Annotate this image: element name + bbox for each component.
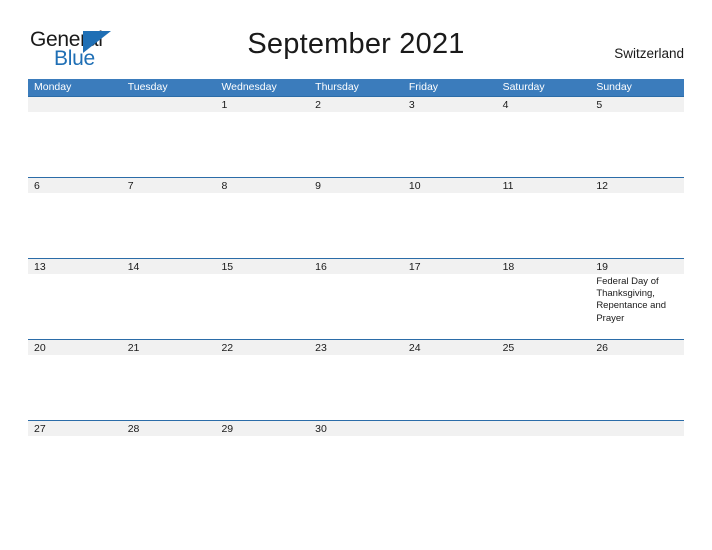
day-number: 29 [221, 423, 234, 435]
weekday-header-saturday: Saturday [502, 81, 545, 93]
day-cell[interactable]: 12 [590, 178, 685, 258]
day-cell[interactable]: 25 [496, 340, 591, 420]
day-cell[interactable]: 6 [28, 178, 122, 258]
day-cell[interactable]: 23 [309, 340, 403, 420]
day-cell[interactable] [402, 421, 497, 501]
day-number: 27 [34, 423, 46, 435]
day-cell[interactable]: 18 [496, 259, 591, 339]
weekday-header-monday: Monday [34, 81, 72, 93]
day-cell[interactable]: 16 [309, 259, 403, 339]
day-band [28, 97, 122, 112]
day-cell-holiday[interactable]: 19 Federal Day of Thanksgiving, Repentan… [590, 259, 685, 339]
day-number: 10 [408, 180, 421, 192]
day-number: 25 [502, 342, 515, 354]
page-title: September 2021 [247, 28, 465, 60]
day-band [28, 178, 122, 193]
day-cell[interactable]: 4 [496, 97, 591, 177]
day-number: 21 [127, 342, 140, 354]
day-cell[interactable]: 29 [215, 421, 310, 501]
day-number: 4 [502, 99, 509, 111]
day-band [496, 97, 591, 112]
day-band [402, 421, 497, 436]
day-number: 22 [221, 342, 234, 354]
day-number: 24 [408, 342, 421, 354]
day-number: 18 [502, 261, 515, 273]
day-cell[interactable] [28, 97, 122, 177]
day-number: 12 [596, 180, 608, 192]
day-number: 28 [127, 423, 140, 435]
week-row: 13 14 15 16 17 18 19 Federal Day of Than… [28, 258, 685, 339]
day-cell[interactable]: 22 [215, 340, 310, 420]
day-number: 11 [502, 180, 514, 192]
day-cell[interactable]: 7 [121, 178, 216, 258]
day-cell[interactable]: 20 [28, 340, 122, 420]
day-number: 6 [34, 180, 40, 192]
day-number: 16 [315, 261, 327, 273]
day-band [121, 178, 216, 193]
day-band [215, 178, 310, 193]
day-number: 26 [596, 342, 608, 354]
day-number: 5 [596, 99, 603, 111]
day-cell[interactable]: 9 [309, 178, 403, 258]
day-cell[interactable] [590, 421, 685, 501]
day-band [309, 178, 403, 193]
day-cell[interactable] [496, 421, 591, 501]
day-band [121, 97, 216, 112]
week-row: 6 7 8 9 10 11 12 [28, 177, 685, 258]
day-cell[interactable]: 24 [402, 340, 497, 420]
day-band [309, 97, 403, 112]
day-band [590, 97, 685, 112]
week-row: 1 2 3 4 5 [28, 96, 685, 177]
day-number: 2 [315, 99, 321, 111]
day-number: 1 [221, 99, 228, 111]
day-cell[interactable]: 13 [28, 259, 122, 339]
calendar-page: General Blue September 2021 Switzerland … [0, 0, 712, 550]
day-number: 13 [34, 261, 46, 273]
day-number: 14 [127, 261, 140, 273]
day-cell[interactable] [121, 97, 216, 177]
day-number: 7 [127, 180, 134, 192]
day-cell[interactable]: 5 [590, 97, 685, 177]
page-header: General Blue September 2021 Switzerland [0, 0, 712, 76]
week-row: 27 28 29 30 [28, 420, 685, 501]
day-cell[interactable]: 10 [402, 178, 497, 258]
day-band [215, 97, 310, 112]
day-cell[interactable]: 8 [215, 178, 310, 258]
day-band [590, 421, 685, 436]
day-cell[interactable]: 17 [402, 259, 497, 339]
day-cell[interactable]: 2 [309, 97, 403, 177]
day-number: 9 [315, 180, 321, 192]
weekday-header-tuesday: Tuesday [127, 81, 168, 93]
weekday-header-wednesday: Wednesday [221, 81, 277, 93]
day-band [402, 97, 497, 112]
day-cell[interactable]: 28 [121, 421, 216, 501]
holiday-label: Federal Day of Thanksgiving, Repentance … [596, 276, 667, 324]
day-cell[interactable]: 26 [590, 340, 685, 420]
day-number: 15 [221, 261, 234, 273]
day-number: 19 [596, 261, 608, 273]
weekday-header-friday: Friday [408, 81, 439, 93]
week-row: 20 21 22 23 24 25 26 [28, 339, 685, 420]
calendar-grid: Monday Tuesday Wednesday Thursday Friday… [28, 79, 685, 501]
weekday-header-row: Monday Tuesday Wednesday Thursday Friday… [28, 79, 684, 96]
day-cell[interactable]: 15 [215, 259, 310, 339]
country-label: Switzerland [614, 46, 684, 61]
day-cell[interactable]: 21 [121, 340, 216, 420]
day-cell[interactable]: 27 [28, 421, 122, 501]
day-cell[interactable]: 30 [309, 421, 403, 501]
day-cell[interactable]: 3 [402, 97, 497, 177]
day-band [496, 421, 591, 436]
day-cell[interactable]: 1 [215, 97, 310, 177]
day-number: 20 [34, 342, 46, 354]
day-cell[interactable]: 14 [121, 259, 216, 339]
day-number: 30 [315, 423, 327, 435]
day-number: 23 [315, 342, 327, 354]
day-number: 17 [408, 261, 421, 273]
weekday-header-thursday: Thursday [315, 81, 359, 93]
day-number: 3 [408, 99, 415, 111]
day-number: 8 [221, 180, 228, 192]
weekday-header-sunday: Sunday [596, 81, 632, 93]
day-cell[interactable]: 11 [496, 178, 591, 258]
